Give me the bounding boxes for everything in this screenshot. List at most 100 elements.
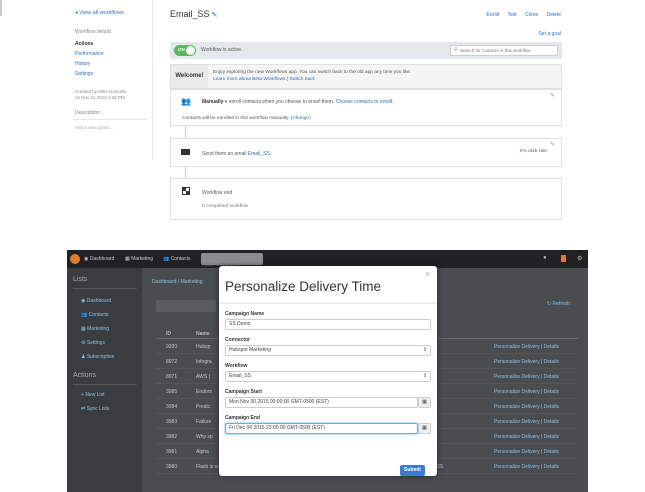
pencil-icon[interactable]: ✎ bbox=[550, 141, 555, 148]
refresh-button[interactable]: ↻ Refresh bbox=[547, 301, 570, 307]
clone-button[interactable]: Clone bbox=[525, 12, 538, 18]
contacts-icon: 👥 bbox=[163, 256, 171, 262]
workflow-title[interactable]: Email_SS ✎ bbox=[170, 9, 217, 19]
trigger-note: Contacts will be enrolled in this workfl… bbox=[182, 116, 311, 121]
connector-label: Connector bbox=[225, 337, 250, 343]
nav-performance[interactable]: Performance bbox=[75, 51, 104, 57]
row-actions[interactable]: Personalize Delivery | Details bbox=[494, 449, 559, 455]
calendar-icon[interactable]: ▦ bbox=[418, 423, 431, 434]
active-status-text: Workflow is active. bbox=[201, 47, 243, 53]
contact-search[interactable]: ⚲ bbox=[450, 45, 558, 56]
back-link[interactable]: ◂ View all workflows bbox=[75, 10, 124, 16]
bookmark-icon[interactable] bbox=[561, 255, 566, 262]
lists-heading: Lists bbox=[73, 276, 88, 283]
row-actions[interactable]: Personalize Delivery | Details bbox=[494, 359, 559, 365]
toggle-knob bbox=[186, 46, 195, 55]
workflow-sidebar: ◂ View all workflows Workflow details Ac… bbox=[67, 0, 153, 160]
change-link[interactable]: (Change) bbox=[291, 116, 311, 121]
row-actions[interactable]: Personalize Delivery | Details bbox=[494, 389, 559, 395]
workflow-select[interactable]: Email_SS ⇕ bbox=[225, 371, 431, 382]
close-icon[interactable]: ✕ bbox=[424, 270, 431, 279]
campaign-end-field[interactable]: Fri Dec 04 2015 23:00:00 GMT-0500 (EST) bbox=[225, 423, 418, 434]
welcome-banner: Welcome! Enjoy exploring the new Workflo… bbox=[170, 64, 562, 89]
nav-settings[interactable]: Settings bbox=[75, 71, 93, 77]
border-line bbox=[0, 0, 2, 16]
sidebar-item-dashboard[interactable]: ◉ Dashboard bbox=[81, 298, 111, 304]
campaign-start-label: Campaign Start bbox=[225, 389, 262, 395]
row-id: 8972 bbox=[166, 359, 178, 365]
row-id: 3980 bbox=[166, 464, 178, 470]
row-actions[interactable]: Personalize Delivery | Details bbox=[494, 374, 559, 380]
nav-history[interactable]: History bbox=[75, 61, 91, 67]
pencil-icon[interactable]: ✎ bbox=[550, 92, 555, 99]
nav-contacts[interactable]: 👥 Contacts bbox=[163, 256, 190, 262]
contacts-icon: 👥 bbox=[81, 312, 89, 318]
calendar-icon[interactable]: ▦ bbox=[418, 397, 431, 408]
row-name: Infogra bbox=[196, 359, 212, 365]
description-input[interactable]: Add a description... bbox=[75, 125, 114, 130]
enroll-button[interactable]: Enroll bbox=[486, 12, 499, 18]
email-link[interactable]: Email_SS bbox=[248, 151, 270, 157]
nav-dashboard[interactable]: ◉ Dashboard bbox=[84, 256, 114, 262]
connector-line bbox=[185, 126, 186, 138]
modal-title: Personalize Delivery Time bbox=[225, 279, 382, 294]
gear-icon[interactable]: ⚙ bbox=[577, 255, 582, 262]
description-label: Description bbox=[75, 110, 101, 116]
workflow-label: Workflow bbox=[225, 363, 248, 369]
created-by: Created by Mike Donnelly on Nov 21 2015 … bbox=[75, 89, 127, 100]
row-id: 3982 bbox=[166, 434, 178, 440]
welcome-links[interactable]: Learn more about Beta Workflows | Switch… bbox=[213, 77, 315, 82]
welcome-title: Welcome! bbox=[171, 65, 208, 88]
row-id: 3985 bbox=[166, 389, 178, 395]
row-name: Endors bbox=[196, 389, 212, 395]
divider bbox=[73, 288, 137, 289]
submit-button[interactable]: Submit bbox=[400, 465, 425, 476]
row-actions[interactable]: Personalize Delivery | Details bbox=[494, 419, 559, 425]
set-goal-link[interactable]: Set a goal bbox=[538, 31, 561, 37]
campaign-name-field[interactable]: SS Demo bbox=[225, 319, 431, 330]
sidebar-item-contacts[interactable]: 👥 Contacts bbox=[81, 312, 108, 318]
pencil-icon[interactable]: ✎ bbox=[212, 12, 218, 19]
sidebar-item-new-list[interactable]: + New List bbox=[81, 392, 105, 398]
delete-button[interactable]: Delete bbox=[547, 12, 561, 18]
connector-select[interactable]: Hubspot Marketing ⇕ bbox=[225, 345, 431, 356]
nav-actions[interactable]: Actions bbox=[75, 41, 93, 47]
contact-search-input[interactable] bbox=[460, 47, 556, 54]
row-actions[interactable]: Personalize Delivery | Details bbox=[494, 344, 559, 350]
trigger-card[interactable]: 👥 Manually ▾ enroll contacts when you ch… bbox=[170, 89, 562, 126]
active-toggle[interactable]: ON bbox=[174, 45, 196, 56]
campaign-start-field[interactable]: Mon Nov 30 2015 00:00:00 GMT-0500 (EST) bbox=[225, 397, 418, 408]
divider bbox=[73, 119, 147, 120]
click-rate: 0% click rate bbox=[519, 149, 547, 154]
sidebar-item-marketing[interactable]: ▦ Marketing bbox=[81, 326, 109, 332]
campaign-name-label: Campaign Name bbox=[225, 311, 265, 317]
end-count: 0 completed workflow bbox=[202, 204, 249, 209]
select-arrows-icon: ⇕ bbox=[422, 347, 427, 353]
email-action-card[interactable]: Send them an email Email_SS 0% click rat… bbox=[170, 138, 562, 167]
campaign-end-label: Campaign End bbox=[225, 415, 261, 421]
status-bar: ON Workflow is active. ⚲ bbox=[170, 42, 562, 59]
end-title: Workflow end bbox=[202, 190, 233, 196]
checkered-flag-icon bbox=[182, 187, 190, 195]
envelope-icon bbox=[181, 149, 190, 155]
choose-contacts-link[interactable]: Choose contacts to enroll. bbox=[336, 99, 394, 105]
bell-icon[interactable]: ● bbox=[543, 255, 547, 261]
row-actions[interactable]: Personalize Delivery | Details bbox=[494, 464, 559, 470]
logo-icon[interactable] bbox=[70, 254, 80, 264]
divider bbox=[219, 303, 437, 304]
sidebar-item-subscription[interactable]: ♟ Subscription bbox=[81, 354, 114, 360]
connector-line bbox=[185, 167, 186, 178]
select-arrows-icon: ⇕ bbox=[422, 373, 427, 379]
domain-search[interactable] bbox=[201, 253, 263, 269]
row-id: 9320 bbox=[166, 344, 178, 350]
test-button[interactable]: Test bbox=[508, 12, 517, 18]
nav-marketing[interactable]: ▦ Marketing bbox=[125, 256, 153, 262]
sidebar-item-settings[interactable]: ⚙ Settings bbox=[81, 340, 105, 346]
sidebar-item-sync-lists[interactable]: ⇄ Sync Lists bbox=[81, 406, 109, 412]
row-actions[interactable]: Personalize Delivery | Details bbox=[494, 404, 559, 410]
filter-box[interactable] bbox=[156, 300, 216, 312]
row-id: 3983 bbox=[166, 419, 178, 425]
breadcrumb[interactable]: Dashboard / Marketing bbox=[152, 279, 203, 285]
row-actions[interactable]: Personalize Delivery | Details bbox=[494, 434, 559, 440]
workflow-editor: ◂ View all workflows Workflow details Ac… bbox=[0, 0, 645, 235]
